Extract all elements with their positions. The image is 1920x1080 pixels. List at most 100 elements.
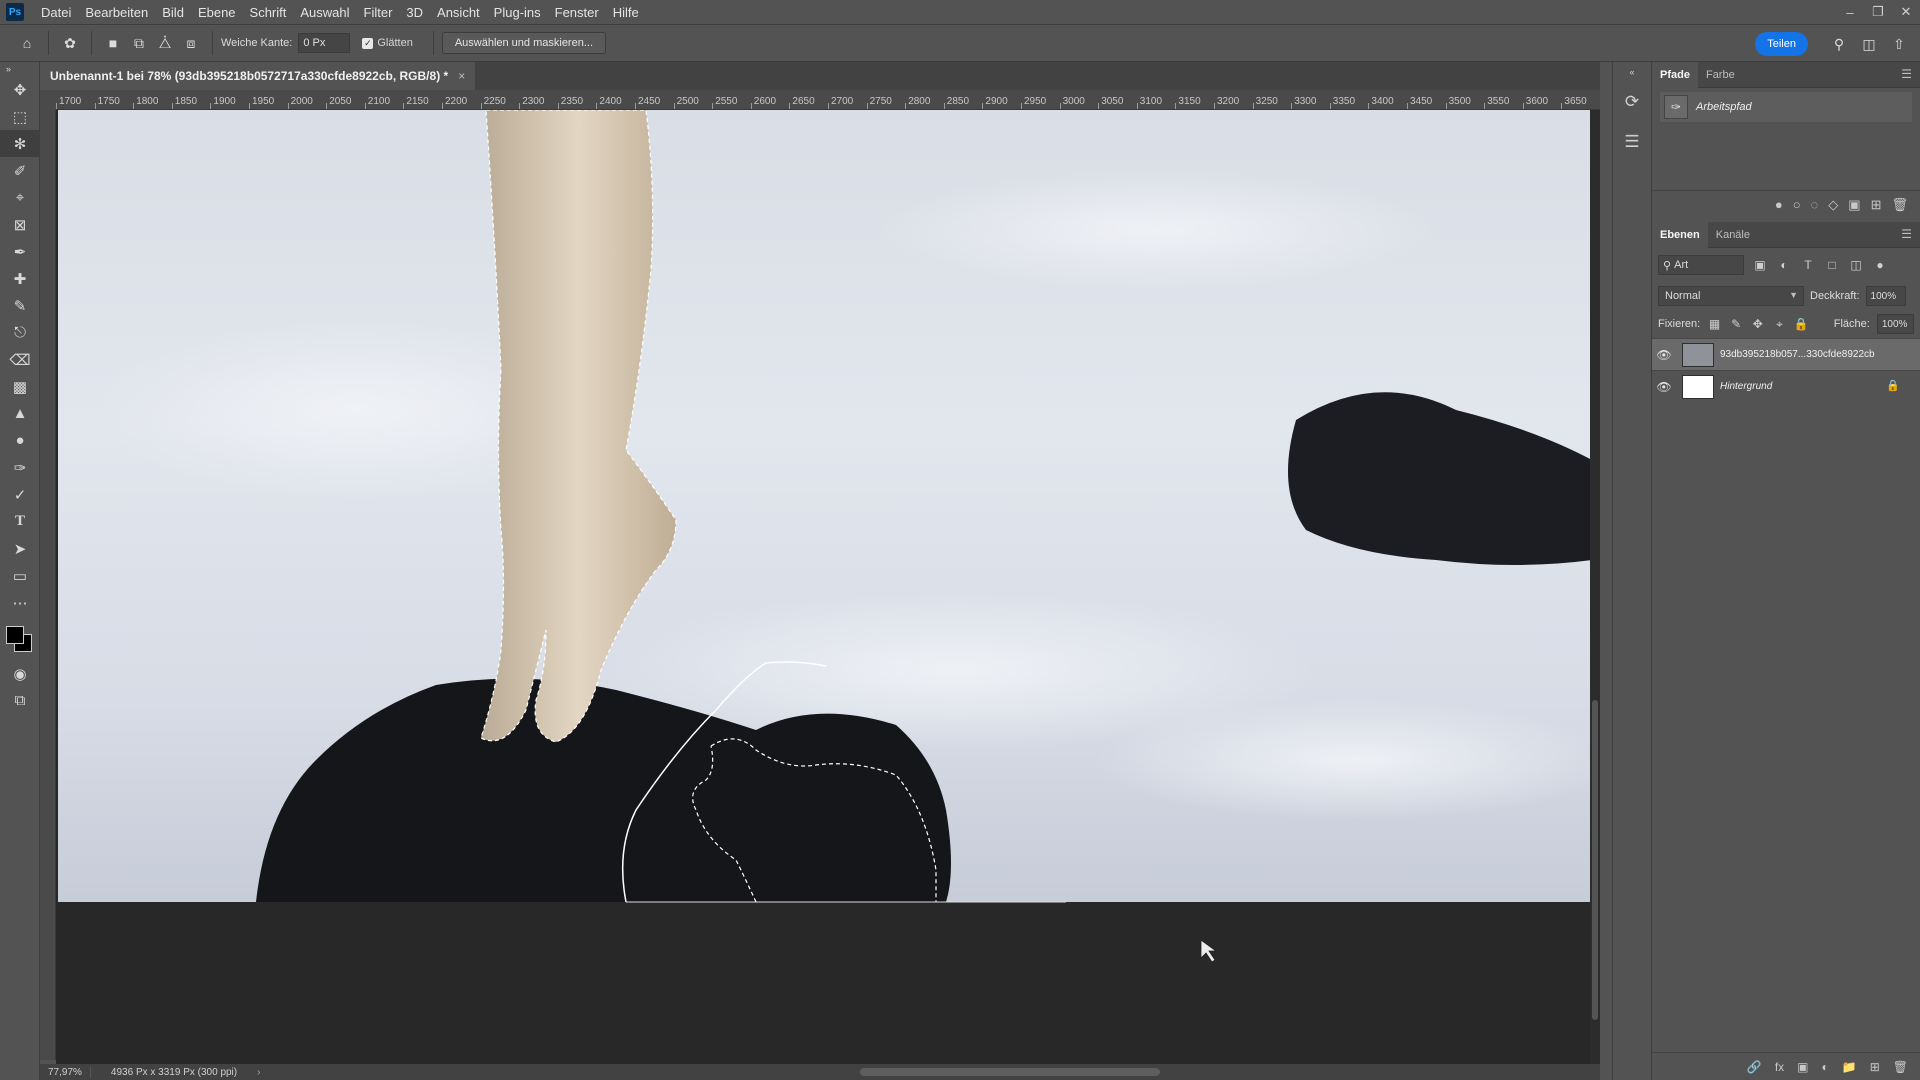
lock-pixels-icon[interactable]: ✎ [1729,317,1744,331]
pen-tool-icon[interactable]: ✑ [0,454,40,481]
export-share-icon[interactable]: ⇧ [1886,31,1912,57]
lock-transparency-icon[interactable]: ▦ [1707,317,1722,331]
add-selection-icon[interactable]: ⧉ [126,30,152,56]
filter-toggle-icon[interactable]: ● [1872,258,1888,272]
share-button[interactable]: Teilen [1755,32,1808,56]
document-info[interactable]: 4936 Px x 3319 Px (300 ppi) [91,1067,257,1078]
close-tab-icon[interactable]: × [458,69,465,83]
lasso-preset-icon[interactable]: ✿ [57,30,83,56]
status-arrow-icon[interactable]: › [257,1067,260,1078]
tab-farbe[interactable]: Farbe [1698,62,1743,88]
tab-ebenen[interactable]: Ebenen [1652,221,1708,248]
stamp-tool-icon[interactable]: ⎋ [0,319,40,346]
eraser-tool-icon[interactable]: ⌫ [0,346,40,373]
horizontal-ruler[interactable]: 1700 1750 1800 1850 1900 1950 2000 2050 2100 2150… [56,90,1600,110]
menu-bild[interactable]: Bild [155,5,191,20]
adjustment-layer-icon[interactable]: ◐ [1822,1060,1829,1074]
visibility-eye-icon[interactable]: 👁 [1652,380,1676,394]
restore-icon[interactable]: ❐ [1864,0,1892,24]
properties-icon[interactable]: ☰ [1613,122,1651,162]
filter-shape-icon[interactable]: □ [1824,258,1840,272]
add-layer-mask-icon[interactable]: ▣ [1797,1060,1808,1074]
lock-position-icon[interactable]: ✥ [1751,317,1766,331]
marquee-tool-icon[interactable]: ⬚ [0,103,40,130]
tab-pfade[interactable]: Pfade [1652,61,1698,88]
new-group-icon[interactable]: 📁 [1842,1060,1857,1074]
lock-all-icon[interactable]: 🔒 [1794,317,1809,331]
make-path-icon[interactable]: ◇ [1828,197,1838,213]
collapse-panels-icon[interactable]: « [1613,62,1651,82]
filter-kind-select[interactable]: ⚲ Art [1658,255,1744,275]
gradient-tool-icon[interactable]: ▩ [0,373,40,400]
layer-row[interactable]: 👁 93db395218b057...330cfde8922cb [1652,338,1920,370]
menu-datei[interactable]: Datei [34,5,78,20]
lock-artboard-icon[interactable]: ⌖ [1772,317,1787,332]
foreground-color-swatch[interactable] [6,626,24,644]
close-window-icon[interactable]: ✕ [1892,0,1920,24]
quick-select-tool-icon[interactable]: ✐ [0,157,40,184]
vertical-ruler[interactable] [40,110,56,1060]
canvas-area[interactable] [56,110,1600,1064]
visibility-eye-icon[interactable]: 👁 [1652,348,1676,362]
document-tab[interactable]: Unbenannt-1 bei 78% (93db395218b0572717a… [40,62,476,90]
vertical-scroll-thumb[interactable] [1592,700,1598,1020]
more-tools-icon[interactable]: ⋯ [0,589,40,616]
path-item[interactable]: ✑ Arbeitspfad [1660,92,1912,122]
filter-pixel-icon[interactable]: ▣ [1752,258,1768,272]
collapse-icon[interactable]: » [0,62,40,76]
antialias-checkbox[interactable]: ✓ Glätten [362,37,413,49]
new-path-icon[interactable]: ⊞ [1871,197,1882,213]
dodge-tool-icon[interactable]: ● [0,427,40,454]
intersect-selection-icon[interactable]: ⧈ [178,30,204,56]
stroke-path-icon[interactable]: ○ [1793,197,1801,212]
menu-schrift[interactable]: Schrift [243,5,294,20]
tab-kanaele[interactable]: Kanäle [1708,222,1758,248]
blur-tool-icon[interactable]: ▲ [0,400,40,427]
lasso-tool-icon[interactable]: ✻ [0,130,40,157]
opacity-input[interactable]: 100% [1865,286,1906,306]
menu-filter[interactable]: Filter [357,5,400,20]
menu-fenster[interactable]: Fenster [548,5,606,20]
move-tool-icon[interactable]: ✥ [0,76,40,103]
menu-ansicht[interactable]: Ansicht [430,5,487,20]
layer-row[interactable]: 👁 Hintergrund 🔒 [1652,370,1920,402]
add-mask-icon[interactable]: ▣ [1848,197,1860,213]
panel-menu-icon[interactable]: ☰ [1901,67,1912,81]
panel-menu-icon[interactable]: ☰ [1901,227,1912,241]
home-icon[interactable]: ⌂ [14,30,40,56]
horizontal-scroll-thumb[interactable] [860,1068,1160,1076]
type-tool-icon[interactable]: T [0,508,40,535]
minimize-icon[interactable]: – [1836,0,1864,24]
load-selection-icon[interactable]: ◌ [1811,197,1819,212]
feather-input[interactable] [298,33,351,53]
history-icon[interactable]: ⟳ [1613,82,1651,122]
filter-smartobject-icon[interactable]: ◫ [1848,258,1864,272]
healing-tool-icon[interactable]: ✚ [0,265,40,292]
filter-adjustment-icon[interactable]: ◐ [1776,258,1792,272]
link-layers-icon[interactable]: 🔗 [1747,1060,1762,1074]
frame-tool-icon[interactable]: ⊠ [0,211,40,238]
delete-path-icon[interactable]: 🗑 [1891,197,1908,213]
fill-path-icon[interactable]: ● [1775,197,1783,212]
quick-mask-icon[interactable]: ◉ [0,660,40,687]
vertical-scrollbar[interactable] [1590,110,1600,1064]
brush-tool-icon[interactable]: ✎ [0,292,40,319]
new-selection-icon[interactable]: ■ [100,30,126,56]
fill-input[interactable]: 100% [1876,314,1914,334]
crop-tool-icon[interactable]: ⌖ [0,184,40,211]
zoom-level[interactable]: 77,97% [40,1066,91,1078]
menu-ebene[interactable]: Ebene [191,5,243,20]
menu-auswahl[interactable]: Auswahl [293,5,356,20]
menu-hilfe[interactable]: Hilfe [606,5,646,20]
eyedropper-tool-icon[interactable]: ✒ [0,238,40,265]
blend-mode-select[interactable]: Normal ▼ [1658,286,1804,306]
horizontal-scrollbar[interactable] [320,1067,1620,1077]
subtract-selection-icon[interactable]: ⧊ [152,30,178,56]
new-layer-icon[interactable]: ⊞ [1870,1060,1880,1074]
freeform-pen-tool-icon[interactable]: ✓ [0,481,40,508]
delete-layer-icon[interactable]: 🗑 [1893,1060,1908,1074]
rectangle-tool-icon[interactable]: ▭ [0,562,40,589]
layer-style-icon[interactable]: fx [1775,1060,1784,1074]
filter-type-icon[interactable]: T [1800,258,1816,272]
menu-3d[interactable]: 3D [399,5,430,20]
